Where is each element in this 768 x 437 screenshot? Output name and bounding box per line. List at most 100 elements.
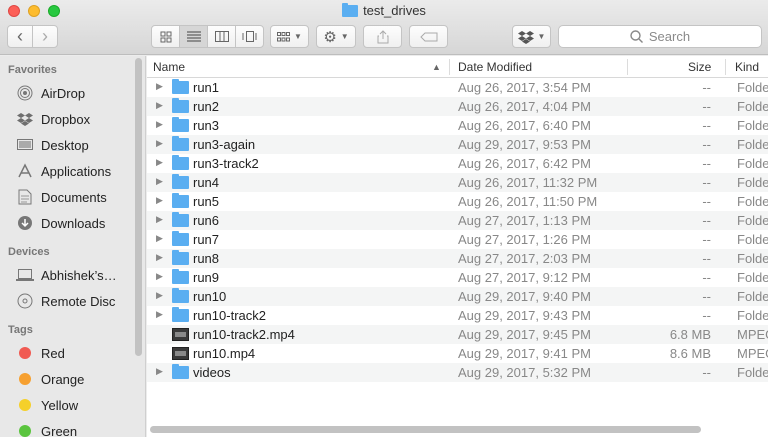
cover-flow-icon (242, 31, 256, 42)
chevron-down-icon: ▼ (340, 32, 349, 41)
share-icon (377, 29, 388, 43)
disclosure-triangle-icon[interactable]: ▶ (156, 233, 163, 244)
column-divider[interactable] (725, 59, 726, 75)
file-row[interactable]: ▶ run10-track2 Aug 29, 2017, 9:43 PM -- Fold… (147, 306, 768, 325)
sidebar-item-documents[interactable]: Documents (0, 184, 145, 210)
dropbox-menu-button[interactable]: ▼ (512, 25, 551, 48)
column-view-button[interactable] (208, 26, 236, 47)
file-row[interactable]: ▶ run3 Aug 26, 2017, 6:40 PM -- Folder (147, 116, 768, 135)
file-date-modified: Aug 26, 2017, 11:32 PM (458, 175, 598, 190)
sidebar-item-tag-yellow[interactable]: Yellow (0, 392, 145, 418)
disclosure-triangle-icon[interactable]: ▶ (156, 119, 163, 130)
icon-view-button[interactable] (152, 26, 180, 47)
action-menu-button[interactable]: ⚙ ▼ (316, 25, 356, 48)
sidebar-item-label: Red (41, 345, 65, 361)
sidebar-item-airdrop[interactable]: AirDrop (0, 80, 145, 106)
file-row[interactable]: ▶ run4 Aug 26, 2017, 11:32 PM -- Folder (147, 173, 768, 192)
sidebar-item-remote-disc[interactable]: Remote Disc (0, 288, 145, 314)
folder-icon (172, 364, 189, 379)
file-date-modified: Aug 27, 2017, 1:26 PM (458, 232, 591, 247)
column-header-name[interactable]: Name (153, 60, 185, 74)
edit-tags-button[interactable] (409, 25, 448, 48)
file-name: run10 (193, 289, 227, 304)
file-row[interactable]: ▶ run7 Aug 27, 2017, 1:26 PM -- Folder (147, 230, 768, 249)
folder-icon (172, 136, 189, 151)
sidebar-item-tag-green[interactable]: Green (0, 418, 145, 437)
disc-icon (16, 292, 34, 310)
file-name: run10-track2.mp4 (193, 327, 295, 342)
share-button[interactable] (363, 25, 402, 48)
file-row[interactable]: ▶ run5 Aug 26, 2017, 11:50 PM -- Folder (147, 192, 768, 211)
file-name: run3-again (193, 137, 256, 152)
disclosure-triangle-icon[interactable]: ▶ (156, 214, 163, 225)
yellow-tag-icon (19, 399, 31, 411)
sidebar-item-applications[interactable]: Applications (0, 158, 145, 184)
sidebar-item-downloads[interactable]: Downloads (0, 210, 145, 236)
file-kind: Folder (737, 137, 768, 152)
search-input[interactable]: Search (558, 25, 762, 48)
column-divider[interactable] (627, 59, 628, 75)
gallery-view-button[interactable] (236, 26, 263, 47)
sidebar-item-label: Remote Disc (41, 293, 116, 309)
disclosure-triangle-icon[interactable]: ▶ (156, 366, 163, 377)
disclosure-triangle-icon[interactable]: ▶ (156, 176, 163, 187)
disclosure-triangle-icon[interactable]: ▶ (156, 195, 163, 206)
file-name: run3-track2 (193, 156, 259, 171)
file-date-modified: Aug 29, 2017, 9:41 PM (458, 346, 591, 361)
sidebar-item-tag-red[interactable]: Red (0, 340, 145, 366)
column-header-size[interactable]: Size (688, 60, 711, 74)
list-icon (186, 31, 201, 42)
sidebar-item-dropbox[interactable]: Dropbox (0, 106, 145, 132)
forward-button[interactable]: › (33, 26, 57, 47)
file-row[interactable]: run10-track2.mp4 Aug 29, 2017, 9:45 PM 6.8… (147, 325, 768, 344)
file-row[interactable]: ▶ run3-again Aug 29, 2017, 9:53 PM -- Folder (147, 135, 768, 154)
disclosure-triangle-icon[interactable]: ▶ (156, 81, 163, 92)
green-tag-icon (19, 425, 31, 437)
file-row[interactable]: ▶ videos Aug 29, 2017, 5:32 PM -- Folder (147, 363, 768, 382)
file-kind: MPEG (737, 346, 768, 361)
list-view-button[interactable] (180, 26, 208, 47)
sidebar-item-computer[interactable]: Abhishek’s… (0, 262, 145, 288)
column-header-date[interactable]: Date Modified (458, 60, 532, 74)
disclosure-triangle-icon[interactable]: ▶ (156, 290, 163, 301)
file-name: run2 (193, 99, 220, 114)
sidebar-scrollbar[interactable] (135, 58, 142, 356)
file-row[interactable]: ▶ run8 Aug 27, 2017, 2:03 PM -- Folder (147, 249, 768, 268)
file-date-modified: Aug 26, 2017, 4:04 PM (458, 99, 591, 114)
folder-icon (172, 269, 189, 284)
file-row[interactable]: ▶ run3-track2 Aug 26, 2017, 6:42 PM -- Folde… (147, 154, 768, 173)
file-date-modified: Aug 29, 2017, 9:40 PM (458, 289, 591, 304)
file-size: -- (702, 194, 711, 209)
file-row[interactable]: ▶ run6 Aug 27, 2017, 1:13 PM -- Folder (147, 211, 768, 230)
horizontal-scrollbar[interactable] (150, 426, 701, 433)
file-row[interactable]: run10.mp4 Aug 29, 2017, 9:41 PM 8.6 MB MPEG (147, 344, 768, 363)
disclosure-triangle-icon[interactable]: ▶ (156, 138, 163, 149)
disclosure-triangle-icon[interactable]: ▶ (156, 100, 163, 111)
search-icon (630, 30, 643, 43)
sidebar-item-desktop[interactable]: Desktop (0, 132, 145, 158)
folder-icon (172, 117, 189, 132)
sidebar-item-label: Documents (41, 189, 107, 205)
file-row[interactable]: ▶ run10 Aug 29, 2017, 9:40 PM -- Folder (147, 287, 768, 306)
column-header-kind[interactable]: Kind (735, 60, 759, 74)
file-kind: Folder (737, 118, 768, 133)
disclosure-triangle-icon[interactable]: ▶ (156, 252, 163, 263)
file-row[interactable]: ▶ run2 Aug 26, 2017, 4:04 PM -- Folder (147, 97, 768, 116)
column-divider[interactable] (449, 59, 450, 75)
devices-heading: Devices (8, 246, 50, 258)
file-row[interactable]: ▶ run1 Aug 26, 2017, 3:54 PM -- Folder (147, 78, 768, 97)
file-row[interactable]: ▶ run9 Aug 27, 2017, 9:12 PM -- Folder (147, 268, 768, 287)
disclosure-triangle-icon[interactable]: ▶ (156, 157, 163, 168)
folder-icon (172, 231, 189, 246)
laptop-icon (16, 266, 34, 284)
file-kind: Folder (737, 365, 768, 380)
favorites-heading: Favorites (8, 64, 57, 76)
back-button[interactable]: ‹ (8, 26, 33, 47)
disclosure-triangle-icon[interactable]: ▶ (156, 309, 163, 320)
file-size: -- (702, 308, 711, 323)
arrange-button[interactable]: ▼ (270, 25, 309, 48)
disclosure-triangle-icon[interactable]: ▶ (156, 271, 163, 282)
view-mode-control (151, 25, 264, 48)
sidebar-item-tag-orange[interactable]: Orange (0, 366, 145, 392)
file-date-modified: Aug 29, 2017, 5:32 PM (458, 365, 591, 380)
